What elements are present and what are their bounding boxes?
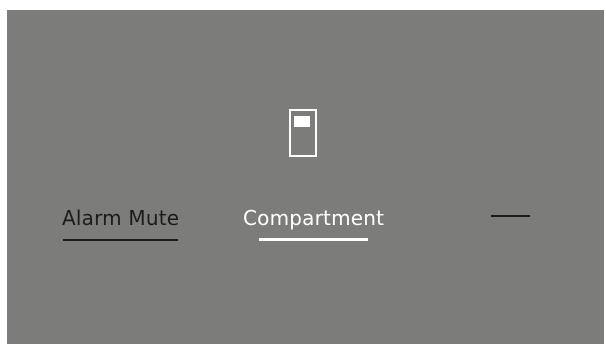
selected-indicator [259,238,369,241]
menu-item-label: Compartment [243,206,385,230]
menu-item-label: Alarm Mute [62,206,180,230]
refrigerator-compartment-icon [289,109,317,157]
menu-item-compartment[interactable]: Compartment [243,206,385,241]
menu-item-underline [63,239,179,241]
menu-item-alarm-mute[interactable]: Alarm Mute [62,206,180,241]
control-panel-screen: Alarm Mute Compartment [7,10,604,344]
menu-item-empty-dash[interactable] [491,215,530,217]
